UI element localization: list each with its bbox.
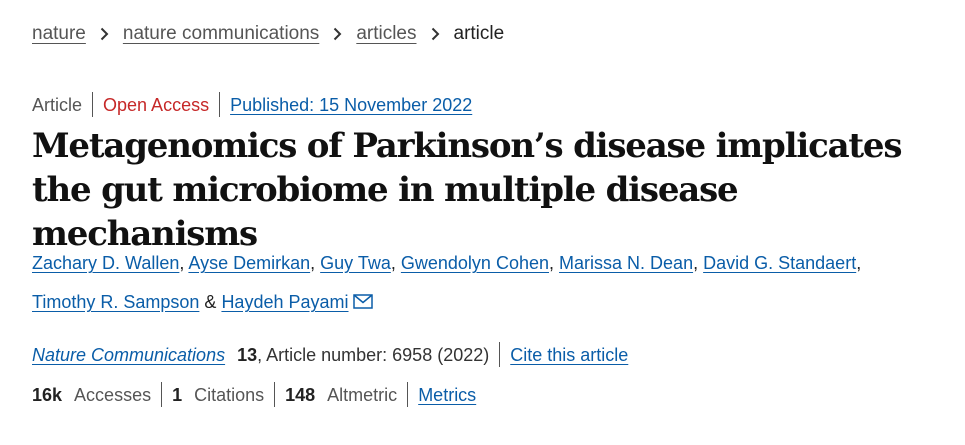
accesses-count: 16k xyxy=(32,384,63,405)
altmetric-label: Altmetric xyxy=(327,384,398,405)
author-link[interactable]: Zachary D. Wallen xyxy=(32,253,179,273)
author-separator: , xyxy=(179,253,185,273)
author-separator: , xyxy=(390,253,396,273)
journal-name-link[interactable]: Nature Communications xyxy=(32,343,225,367)
altmetric-score: 148 xyxy=(285,384,316,405)
breadcrumb-link-nature-communications[interactable]: nature communications xyxy=(123,22,319,46)
divider xyxy=(161,382,163,407)
metrics-link[interactable]: Metrics xyxy=(418,383,476,407)
citations-label: Citations xyxy=(194,384,265,405)
divider xyxy=(407,382,409,407)
journal-volume: 13 xyxy=(237,344,258,365)
author-list: Zachary D. Wallen, Ayse Demirkan, Guy Tw… xyxy=(32,244,952,323)
envelope-icon[interactable] xyxy=(352,284,373,323)
article-metrics: 16k Accesses 1 Citations 148 Altmetric M… xyxy=(32,382,476,407)
author-link[interactable]: David G. Standaert xyxy=(703,253,856,273)
article-type: Article xyxy=(32,94,83,115)
chevron-right-icon xyxy=(333,27,342,41)
chevron-right-icon xyxy=(100,27,109,41)
divider xyxy=(92,92,94,117)
breadcrumb-current: article xyxy=(453,23,505,44)
divider xyxy=(219,92,221,117)
article-title: Metagenomics of Parkinson’s disease impl… xyxy=(32,126,902,254)
author-link[interactable]: Guy Twa xyxy=(320,253,391,273)
breadcrumb-link-articles[interactable]: articles xyxy=(356,22,416,46)
author-separator: , xyxy=(856,253,862,273)
open-access-badge: Open Access xyxy=(103,94,210,115)
author-separator: , xyxy=(310,253,316,273)
divider xyxy=(274,382,276,407)
author-separator: , xyxy=(549,253,555,273)
author-link[interactable]: Ayse Demirkan xyxy=(188,253,310,273)
chevron-right-icon xyxy=(431,27,440,41)
journal-info: Nature Communications 13 , Article numbe… xyxy=(32,342,628,367)
author-separator: , xyxy=(693,253,699,273)
divider xyxy=(499,342,501,367)
breadcrumb-link-nature[interactable]: nature xyxy=(32,22,86,46)
author-link[interactable]: Timothy R. Sampson xyxy=(32,292,199,312)
author-link[interactable]: Haydeh Payami xyxy=(221,292,348,312)
article-number: , Article number: 6958 (2022) xyxy=(257,344,490,365)
author-separator: & xyxy=(204,292,217,312)
author-link[interactable]: Marissa N. Dean xyxy=(559,253,693,273)
breadcrumb: nature nature communications articles ar… xyxy=(32,22,504,46)
citations-count: 1 xyxy=(172,384,183,405)
cite-article-link[interactable]: Cite this article xyxy=(510,343,628,367)
article-meta: Article Open Access Published: 15 Novemb… xyxy=(32,92,472,117)
published-date-link[interactable]: Published: 15 November 2022 xyxy=(230,93,472,117)
author-link[interactable]: Gwendolyn Cohen xyxy=(401,253,549,273)
article-header: nature nature communications articles ar… xyxy=(0,0,965,445)
accesses-label: Accesses xyxy=(74,384,152,405)
